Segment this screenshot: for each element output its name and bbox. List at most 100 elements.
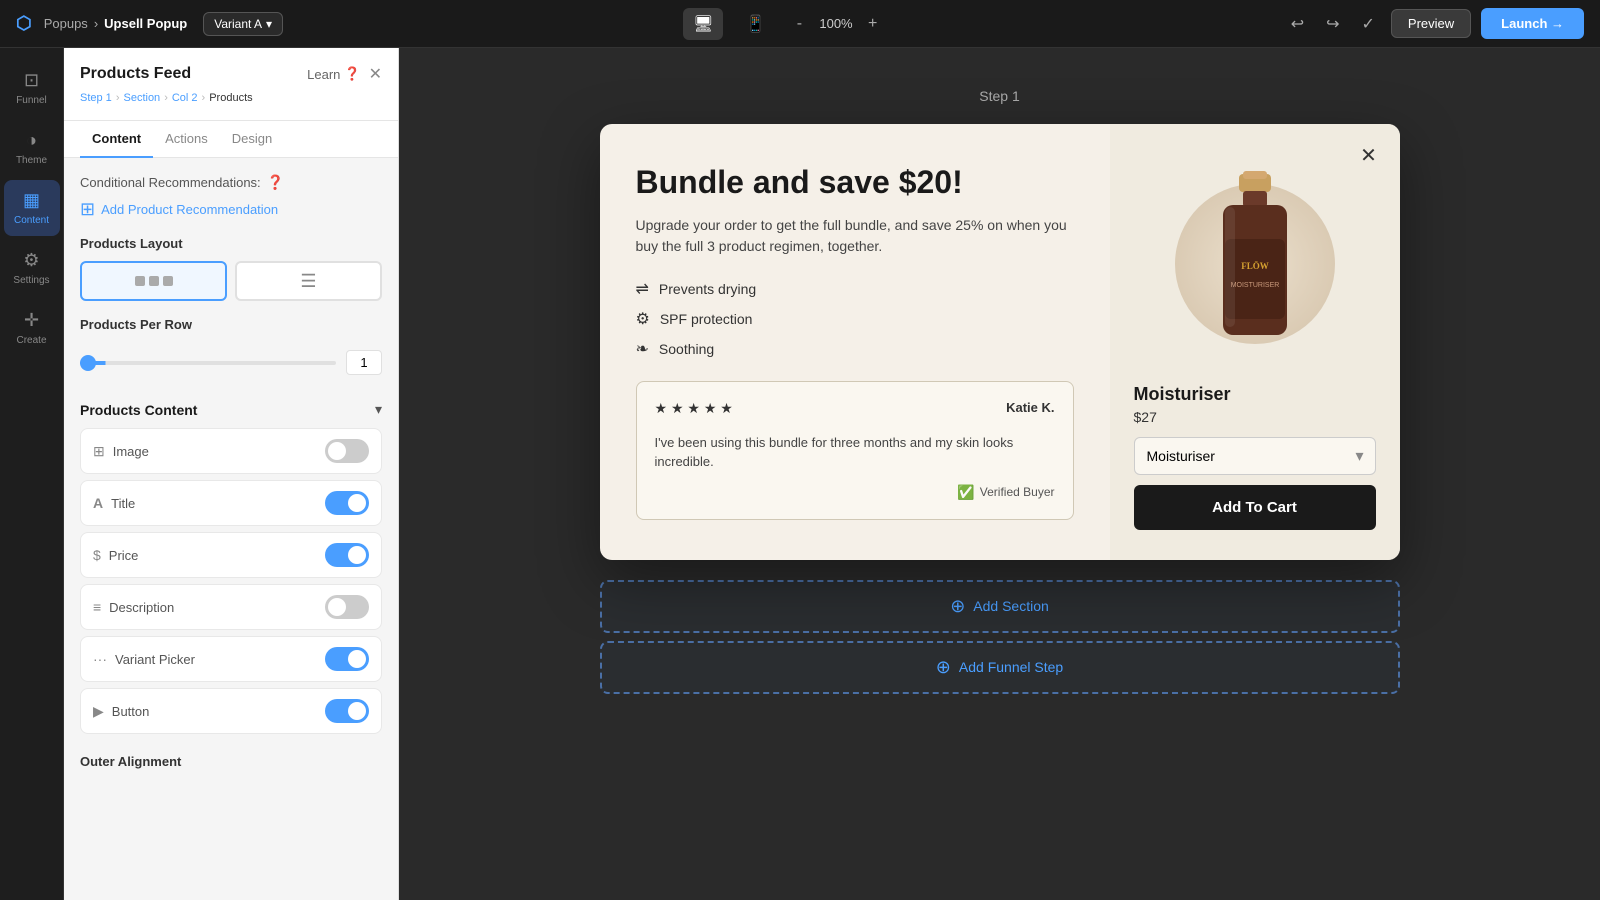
- preview-btn[interactable]: Preview: [1391, 9, 1471, 38]
- sidebar-item-theme[interactable]: ◑ Theme: [4, 120, 60, 176]
- toggle-item-button-left: ▶ Button: [93, 703, 149, 720]
- toggle-item-price-left: $ Price: [93, 547, 138, 563]
- panel-content: Conditional Recommendations: ❓ ⊞ Add Pro…: [64, 158, 398, 900]
- variant-chevron-icon: ▾: [266, 17, 272, 31]
- price-label: Price: [109, 548, 139, 563]
- title-toggle[interactable]: [325, 491, 369, 515]
- learn-link[interactable]: Learn ❓: [307, 66, 360, 82]
- panel-header-row: Products Feed Learn ❓ ✕: [80, 64, 382, 84]
- breadcrumb-products: Products: [209, 92, 252, 104]
- title-icon: A: [93, 495, 103, 511]
- zoom-level: 100%: [819, 16, 852, 31]
- tab-design[interactable]: Design: [220, 121, 284, 158]
- add-funnel-step-btn[interactable]: ⊕ Add Funnel Step: [600, 641, 1400, 694]
- title-label: Title: [111, 496, 135, 511]
- sidebar-item-create[interactable]: ✛ Create: [4, 300, 60, 356]
- svg-text:FLŌW: FLŌW: [1241, 261, 1269, 271]
- product-variant-select[interactable]: Moisturiser: [1134, 437, 1376, 475]
- button-toggle[interactable]: [325, 699, 369, 723]
- undo-btn[interactable]: ↩: [1285, 8, 1310, 40]
- icon-sidebar: ⊡ Funnel ◑ Theme ▦ Content ⚙ Settings ✛ …: [0, 48, 64, 900]
- products-content-header[interactable]: Products Content ▾: [80, 391, 382, 428]
- panel-breadcrumb: Step 1 › Section › Col 2 › Products: [80, 92, 382, 104]
- zoom-out-btn[interactable]: -: [787, 12, 811, 36]
- panel-close-btn[interactable]: ✕: [369, 64, 382, 84]
- variant-picker-icon: ···: [93, 651, 107, 667]
- variant-picker-toggle[interactable]: [325, 647, 369, 671]
- breadcrumb-sep1: ›: [116, 92, 120, 104]
- products-content-section: Products Content ▾ ⊞ Image: [80, 391, 382, 734]
- products-per-row-section: Products Per Row: [80, 317, 382, 375]
- description-toggle[interactable]: [325, 595, 369, 619]
- learn-info-icon: ❓: [344, 66, 360, 82]
- per-row-value-input[interactable]: [346, 350, 382, 375]
- breadcrumb-col[interactable]: Col 2: [172, 92, 198, 104]
- conditional-info-icon[interactable]: ❓: [267, 174, 284, 191]
- add-section-icon: ⊕: [950, 596, 965, 617]
- verified-badge: ✅ Verified Buyer: [957, 484, 1054, 501]
- product-price: $27: [1134, 409, 1376, 425]
- topbar: ⬡ Popups › Upsell Popup Variant A ▾ 🖥 📱 …: [0, 0, 1600, 48]
- main-layout: ⊡ Funnel ◑ Theme ▦ Content ⚙ Settings ✛ …: [0, 48, 1600, 900]
- panel-title: Products Feed: [80, 65, 191, 83]
- panel-tabs: Content Actions Design: [64, 121, 398, 158]
- sidebar-item-create-label: Create: [16, 335, 46, 346]
- layout-option-grid[interactable]: [80, 261, 227, 301]
- add-funnel-icon: ⊕: [936, 657, 951, 678]
- button-label: Button: [112, 704, 150, 719]
- review-header: ★ ★ ★ ★ ★ Katie K.: [655, 400, 1055, 425]
- add-section-btn[interactable]: ⊕ Add Section: [600, 580, 1400, 633]
- title-toggle-slider: [325, 491, 369, 515]
- per-row-slider[interactable]: [80, 361, 336, 365]
- sidebar-item-settings[interactable]: ⚙ Settings: [4, 240, 60, 296]
- image-label: Image: [113, 444, 149, 459]
- sidebar-item-content[interactable]: ▦ Content: [4, 180, 60, 236]
- tab-content[interactable]: Content: [80, 121, 153, 158]
- products-content-title: Products Content: [80, 402, 197, 418]
- redo-btn[interactable]: ↪: [1320, 8, 1345, 40]
- toggle-item-image-left: ⊞ Image: [93, 443, 149, 460]
- toggle-item-button: ▶ Button: [80, 688, 382, 734]
- product-info: Moisturiser $27 Moisturiser ▾ Add To Car…: [1134, 384, 1376, 530]
- toggle-item-title-left: A Title: [93, 495, 135, 511]
- price-toggle-slider: [325, 543, 369, 567]
- breadcrumb-section[interactable]: Section: [123, 92, 160, 104]
- breadcrumb-sep: ›: [94, 16, 98, 31]
- add-product-recommendation-btn[interactable]: ⊞ Add Product Recommendation: [80, 199, 382, 220]
- zoom-in-btn[interactable]: +: [861, 12, 885, 36]
- mobile-device-btn[interactable]: 📱: [735, 8, 775, 40]
- feature-1-icon: ⇌: [636, 279, 649, 299]
- desktop-device-btn[interactable]: 🖥: [683, 8, 723, 40]
- popup-feature-2: ⚙ SPF protection: [636, 309, 1074, 329]
- image-toggle[interactable]: [325, 439, 369, 463]
- grid-icon: [135, 276, 173, 286]
- layout-option-list[interactable]: ☰: [235, 261, 382, 301]
- variant-picker-label: Variant Picker: [115, 652, 195, 667]
- sidebar-item-funnel[interactable]: ⊡ Funnel: [4, 60, 60, 116]
- popup-right: FLŌW MOISTURISER Moisturiser $27 Moistur…: [1110, 124, 1400, 560]
- content-icon: ▦: [23, 190, 40, 211]
- add-to-cart-btn[interactable]: Add To Cart: [1134, 485, 1376, 530]
- tab-actions[interactable]: Actions: [153, 121, 220, 158]
- variant-selector[interactable]: Variant A ▾: [203, 12, 283, 36]
- toggle-item-description: ≡ Description: [80, 584, 382, 630]
- product-name: Moisturiser: [1134, 384, 1376, 405]
- launch-btn[interactable]: Launch →: [1481, 8, 1584, 39]
- toggle-item-title: A Title: [80, 480, 382, 526]
- panel-header-actions: Learn ❓ ✕: [307, 64, 382, 84]
- toggle-item-variant-picker-left: ··· Variant Picker: [93, 651, 195, 667]
- check-btn[interactable]: ✓: [1356, 8, 1381, 40]
- per-row-title: Products Per Row: [80, 317, 192, 332]
- popup-feature-3: ❧ Soothing: [636, 339, 1074, 359]
- toggle-item-price: $ Price: [80, 532, 382, 578]
- feature-3-text: Soothing: [659, 341, 714, 357]
- breadcrumb-step[interactable]: Step 1: [80, 92, 112, 104]
- canvas-bottom: ⊕ Add Section ⊕ Add Funnel Step: [600, 580, 1400, 694]
- popup-close-btn[interactable]: ✕: [1354, 140, 1384, 170]
- sidebar-item-settings-label: Settings: [13, 275, 49, 286]
- add-section-label: Add Section: [973, 598, 1049, 614]
- price-toggle[interactable]: [325, 543, 369, 567]
- theme-icon: ◑: [26, 130, 37, 151]
- logo-icon: ⬡: [16, 13, 32, 34]
- feature-3-icon: ❧: [636, 339, 649, 359]
